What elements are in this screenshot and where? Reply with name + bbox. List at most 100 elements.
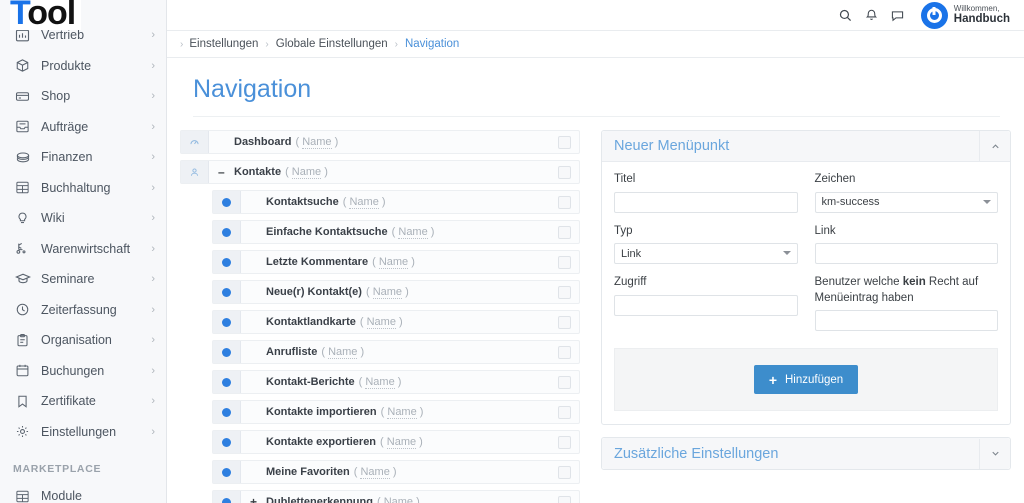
table-row[interactable]: + Dublettenerkennung ( Name ) [212, 490, 580, 503]
sidebar-item-module[interactable]: Module [0, 481, 166, 503]
chevron-right-icon: › [151, 90, 155, 103]
chat-icon[interactable] [885, 2, 911, 28]
table-row[interactable]: Anrufliste ( Name ) [212, 340, 580, 364]
row-checkbox[interactable] [557, 195, 571, 209]
app-logo[interactable]: Tool [10, 0, 82, 30]
link-input[interactable] [814, 243, 998, 265]
row-checkbox[interactable] [557, 405, 571, 419]
panel-header[interactable]: Zusätzliche Einstellungen [602, 438, 1010, 470]
dot-icon[interactable] [213, 311, 241, 333]
sidebar-item-wiki[interactable]: Wiki › [0, 203, 166, 234]
zugriff-input[interactable] [614, 294, 798, 316]
sidebar-item-label: Shop [41, 89, 71, 104]
dot-icon[interactable] [213, 401, 241, 423]
sidebar-item-seminare[interactable]: Seminare › [0, 264, 166, 295]
row-checkbox[interactable] [557, 375, 571, 389]
inbox-icon [13, 119, 32, 135]
table-row[interactable]: Neue(r) Kontakt(e) ( Name ) [212, 280, 580, 304]
titel-input[interactable] [614, 191, 798, 213]
zeichen-label: Zeichen [814, 173, 856, 185]
row-toggle-collapse[interactable]: – [218, 166, 229, 178]
bell-icon[interactable] [859, 2, 885, 28]
table-row[interactable]: Kontaktlandkarte ( Name ) [212, 310, 580, 334]
dot-icon[interactable] [213, 251, 241, 273]
kein-recht-input[interactable] [814, 310, 998, 332]
dot-icon[interactable] [213, 221, 241, 243]
table-row[interactable]: Kontakte importieren ( Name ) [212, 400, 580, 424]
row-name: Kontaktsuche [266, 196, 339, 208]
zeichen-select[interactable]: km-success [814, 191, 998, 213]
table-row[interactable]: – Kontakte ( Name ) [180, 160, 580, 184]
dot-icon[interactable] [213, 341, 241, 363]
card-icon [13, 88, 32, 104]
table-row[interactable]: Meine Favoriten ( Name ) [212, 460, 580, 484]
chevron-up-icon[interactable] [979, 131, 1010, 161]
sidebar-item-buchhaltung[interactable]: Buchhaltung › [0, 173, 166, 204]
table-row[interactable]: Kontaktsuche ( Name ) [212, 190, 580, 214]
dot-icon[interactable] [213, 431, 241, 453]
zeichen-select-wrapper: km-success [814, 191, 998, 224]
sidebar-section-marketplace: MARKETPLACE [13, 463, 102, 475]
chevron-right-icon: › [151, 181, 155, 194]
breadcrumb-item-einstellungen[interactable]: Einstellungen [189, 38, 258, 50]
chevron-right-icon: › [151, 120, 155, 133]
dot-icon[interactable] [213, 461, 241, 483]
sidebar-item-warenwirtschaft[interactable]: Warenwirtschaft › [0, 234, 166, 265]
row-checkbox-cell [549, 191, 579, 213]
row-checkbox[interactable] [557, 285, 571, 299]
row-checkbox-cell [549, 221, 579, 243]
dashboard-gauge-icon[interactable] [181, 131, 209, 153]
breadcrumb-item-globale-einstellungen[interactable]: Globale Einstellungen [276, 38, 388, 50]
user-name: Handbuch [953, 12, 1010, 25]
row-checkbox[interactable] [557, 165, 571, 179]
search-icon[interactable] [833, 2, 859, 28]
panel-header: Neuer Menüpunkt [602, 131, 1010, 162]
row-checkbox[interactable] [557, 135, 571, 149]
chevron-down-icon[interactable] [979, 438, 1010, 469]
chevron-right-icon: › [151, 273, 155, 286]
row-toggle-expand[interactable]: + [250, 496, 261, 503]
user-icon[interactable] [181, 161, 209, 183]
table-row[interactable]: Einfache Kontaktsuche ( Name ) [212, 220, 580, 244]
row-meta: ( Name ) [391, 226, 435, 239]
user-menu[interactable]: Willkommen, Handbuch [920, 1, 1010, 29]
table-row[interactable]: Letzte Kommentare ( Name ) [212, 250, 580, 274]
row-meta: ( Name ) [380, 436, 423, 449]
titel-label: Titel [614, 173, 636, 185]
sidebar-item-produkte[interactable]: Produkte › [0, 51, 166, 82]
row-checkbox[interactable] [557, 465, 571, 479]
dot-icon[interactable] [213, 281, 241, 303]
row-checkbox[interactable] [557, 225, 571, 239]
sidebar-item-zeiterfassung[interactable]: Zeiterfassung › [0, 295, 166, 326]
typ-select[interactable]: Link [614, 243, 798, 265]
sidebar-item-zertifikate[interactable]: Zertifikate › [0, 386, 166, 417]
sidebar-item-finanzen[interactable]: Finanzen › [0, 142, 166, 173]
table-row[interactable]: Kontakte exportieren ( Name ) [212, 430, 580, 454]
dot-icon[interactable] [213, 371, 241, 393]
sidebar-item-auftraege[interactable]: Aufträge › [0, 112, 166, 143]
table-row[interactable]: Dashboard ( Name ) [180, 130, 580, 154]
row-meta: ( Name ) [365, 286, 409, 299]
sidebar-item-buchungen[interactable]: Buchungen › [0, 356, 166, 387]
sidebar-item-label: Produkte [41, 58, 92, 73]
sidebar-item-shop[interactable]: Shop › [0, 81, 166, 112]
sidebar-item-organisation[interactable]: Organisation › [0, 325, 166, 356]
row-checkbox[interactable] [557, 255, 571, 269]
bulb-icon [13, 210, 32, 226]
row-body: Kontaktsuche ( Name ) [241, 191, 549, 213]
sidebar: Tool Vertrieb › Produkte › Shop › Aufträ… [0, 0, 167, 503]
row-checkbox[interactable] [557, 435, 571, 449]
add-button[interactable]: + Hinzufügen [753, 365, 859, 395]
dot-icon[interactable] [213, 491, 241, 503]
box-icon [13, 58, 32, 74]
row-checkbox-cell [549, 341, 579, 363]
row-body: + Dublettenerkennung ( Name ) [241, 491, 549, 503]
row-name: Anrufliste [266, 346, 318, 358]
dot-icon[interactable] [213, 191, 241, 213]
sidebar-item-einstellungen[interactable]: Einstellungen › [0, 417, 166, 448]
row-checkbox[interactable] [557, 345, 571, 359]
row-checkbox[interactable] [557, 495, 571, 503]
money-icon [13, 149, 32, 165]
table-row[interactable]: Kontakt-Berichte ( Name ) [212, 370, 580, 394]
row-checkbox[interactable] [557, 315, 571, 329]
